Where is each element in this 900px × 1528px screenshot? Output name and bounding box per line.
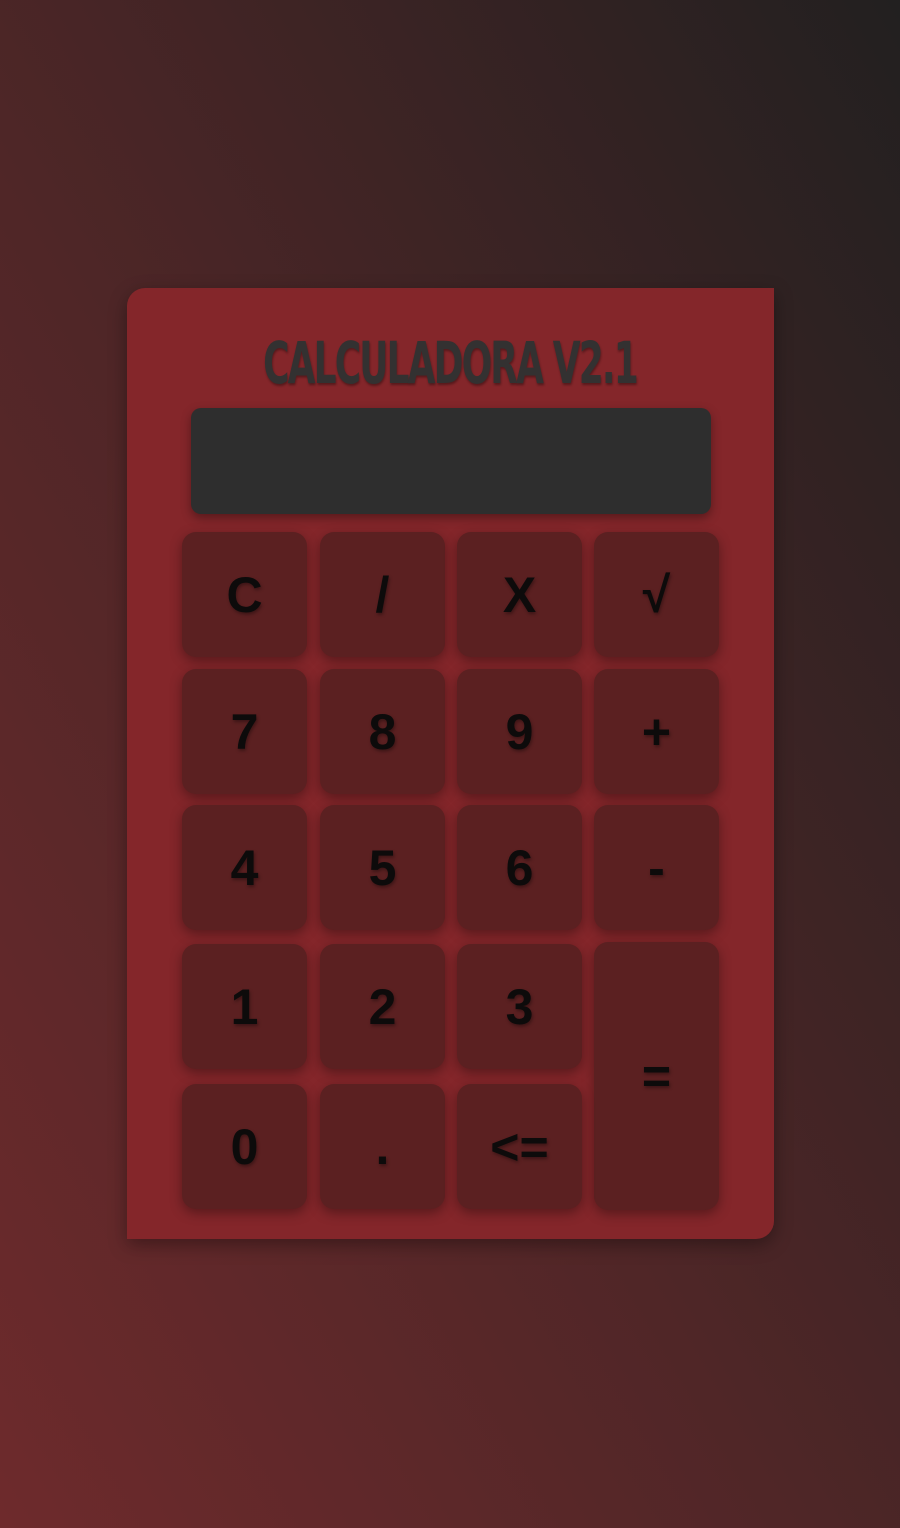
digit-9-button[interactable]: 9 xyxy=(457,669,582,794)
app-title: CALCULADORA V2.1 xyxy=(263,329,639,397)
clear-button[interactable]: C xyxy=(182,532,307,657)
divide-button[interactable]: / xyxy=(320,532,445,657)
digit-2-button[interactable]: 2 xyxy=(320,944,445,1069)
backspace-button[interactable]: <= xyxy=(457,1084,582,1209)
digit-5-button[interactable]: 5 xyxy=(320,805,445,930)
digit-4-button[interactable]: 4 xyxy=(182,805,307,930)
calculator-display xyxy=(191,408,711,514)
minus-button[interactable]: - xyxy=(594,805,719,930)
plus-button[interactable]: + xyxy=(594,669,719,794)
digit-1-button[interactable]: 1 xyxy=(182,944,307,1069)
square-root-button[interactable]: √ xyxy=(594,532,719,657)
digit-7-button[interactable]: 7 xyxy=(182,669,307,794)
equals-button[interactable]: = xyxy=(594,942,719,1210)
decimal-point-button[interactable]: . xyxy=(320,1084,445,1209)
digit-8-button[interactable]: 8 xyxy=(320,669,445,794)
digit-6-button[interactable]: 6 xyxy=(457,805,582,930)
multiply-button[interactable]: X xyxy=(457,532,582,657)
digit-0-button[interactable]: 0 xyxy=(182,1084,307,1209)
digit-3-button[interactable]: 3 xyxy=(457,944,582,1069)
